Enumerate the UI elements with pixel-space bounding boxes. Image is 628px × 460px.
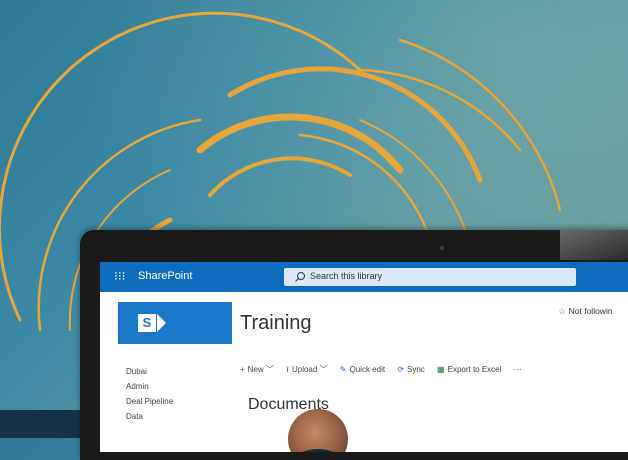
more-options-button[interactable]: ··· <box>514 365 522 374</box>
export-to-excel-button[interactable]: ▦ Export to Excel <box>437 365 501 374</box>
search-input[interactable]: Search this library <box>284 268 576 286</box>
pencil-icon: ✎ <box>339 365 347 374</box>
presenter-shirt <box>292 449 344 452</box>
excel-icon: ▦ <box>437 365 445 374</box>
search-icon <box>295 272 305 282</box>
nav-item-dubai[interactable]: Dubai <box>126 364 236 379</box>
app-name[interactable]: SharePoint <box>138 270 192 282</box>
webcam <box>440 246 444 250</box>
follow-label: Not followin <box>568 306 613 316</box>
screen-glare <box>560 230 628 260</box>
logo-arrow-icon <box>157 314 166 332</box>
star-icon: ☆ <box>558 306 566 316</box>
sharepoint-logo-icon: S <box>138 314 156 332</box>
sync-icon: ⟳ <box>397 365 405 374</box>
site-title: Training <box>240 312 312 334</box>
quick-edit-button[interactable]: ✎ Quick edit <box>340 365 385 374</box>
nav-item-admin[interactable]: Admin <box>126 379 236 394</box>
search-placeholder: Search this library <box>310 271 383 281</box>
presenter-photo <box>288 409 348 452</box>
new-button[interactable]: + New ﹀ <box>240 364 274 375</box>
nav-item-data[interactable]: Data <box>126 409 236 424</box>
nav-item-deal-pipeline[interactable]: Deal Pipeline <box>126 394 236 409</box>
upload-icon: ⭱ <box>286 365 289 374</box>
sync-button[interactable]: ⟳ Sync <box>397 365 425 374</box>
suite-topbar: ⁝⁝⁝ SharePoint Search this library <box>100 262 628 292</box>
plus-icon: + <box>240 365 245 374</box>
chevron-down-icon: ﹀ <box>265 365 274 374</box>
chevron-down-icon: ﹀ <box>319 365 328 374</box>
left-navigation: Dubai Admin Deal Pipeline Data <box>126 364 236 424</box>
site-logo[interactable]: S <box>118 302 232 344</box>
follow-button[interactable]: ☆ Not followin <box>558 306 613 317</box>
upload-button[interactable]: ⭱ Upload ﹀ <box>286 364 327 378</box>
command-bar: + New ﹀ ⭱ Upload ﹀ ✎ Quick edit ⟳ Sync ▦ Expo… <box>240 364 628 380</box>
sharepoint-window: ⁝⁝⁝ SharePoint Search this library S Tra… <box>100 262 628 452</box>
app-launcher-icon[interactable]: ⁝⁝⁝ <box>114 269 125 283</box>
